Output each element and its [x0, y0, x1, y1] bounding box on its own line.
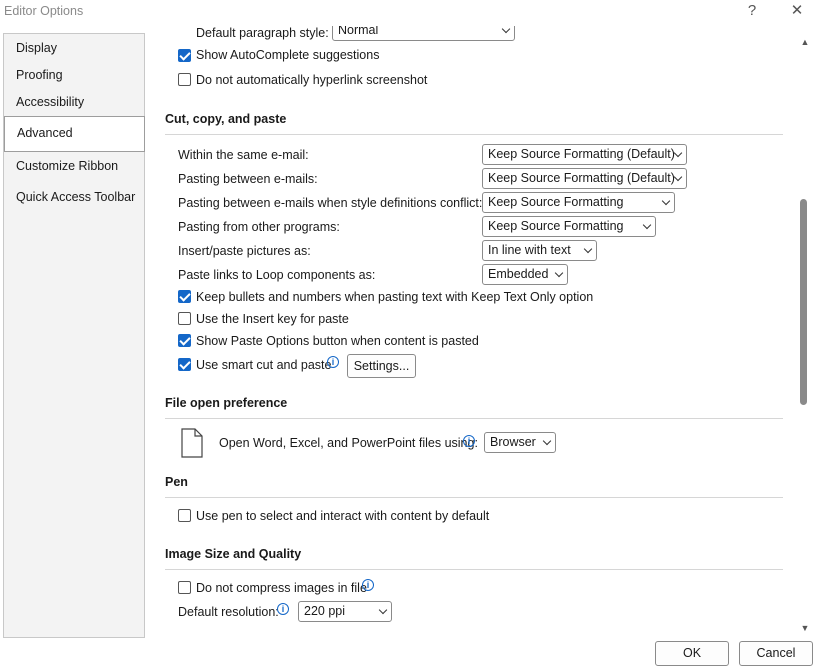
title-bar: Editor Options ? ✕ — [0, 0, 817, 26]
pasting-other-programs-dropdown[interactable]: Keep Source Formatting — [482, 216, 656, 237]
keep-bullets-label: Keep bullets and numbers when pasting te… — [196, 290, 594, 304]
close-icon[interactable]: ✕ — [786, 1, 808, 23]
cancel-button[interactable]: Cancel — [739, 641, 813, 666]
content-scrollbar[interactable]: ▲ ▼ — [798, 33, 812, 638]
nav-item-display[interactable]: Display — [16, 41, 57, 55]
use-pen-label: Use pen to select and interact with cont… — [196, 509, 490, 523]
section-divider — [165, 134, 783, 135]
use-pen-checkbox[interactable] — [178, 509, 191, 522]
smart-cut-paste-checkbox[interactable] — [178, 358, 191, 371]
pasting-between-emails-label: Pasting between e-mails: — [178, 172, 318, 186]
image-size-heading: Image Size and Quality — [165, 547, 302, 561]
scroll-down-icon[interactable]: ▼ — [799, 623, 811, 633]
scroll-thumb[interactable] — [800, 199, 807, 405]
default-resolution-label: Default resolution: — [178, 605, 279, 619]
default-resolution-value: 220 ppi — [304, 604, 346, 618]
settings-button[interactable]: Settings... — [347, 354, 416, 378]
default-paragraph-value: Normal — [338, 26, 379, 37]
show-autocomplete-label: Show AutoComplete suggestions — [196, 48, 380, 62]
no-hyperlink-screenshot-label: Do not automatically hyperlink screensho… — [196, 73, 428, 87]
pasting-between-emails-value: Keep Source Formatting (Default) — [488, 171, 675, 185]
pen-heading: Pen — [165, 475, 188, 489]
chevron-down-icon — [661, 196, 671, 206]
pasting-conflict-label: Pasting between e-mails when style defin… — [178, 196, 483, 210]
pasting-between-emails-dropdown[interactable]: Keep Source Formatting (Default) — [482, 168, 687, 189]
insert-pictures-value: In line with text — [488, 243, 571, 257]
file-open-heading: File open preference — [165, 396, 288, 410]
keep-bullets-checkbox[interactable] — [178, 290, 191, 303]
default-paragraph-dropdown[interactable]: Normal — [332, 26, 515, 41]
pasting-conflict-dropdown[interactable]: Keep Source Formatting — [482, 192, 675, 213]
pasting-other-programs-label: Pasting from other programs: — [178, 220, 340, 234]
show-paste-options-label: Show Paste Options button when content i… — [196, 334, 479, 348]
show-paste-options-checkbox[interactable] — [178, 334, 191, 347]
smart-cut-paste-label: Use smart cut and paste — [196, 358, 332, 372]
use-insert-key-label: Use the Insert key for paste — [196, 312, 349, 326]
insert-pictures-dropdown[interactable]: In line with text — [482, 240, 597, 261]
open-files-label: Open Word, Excel, and PowerPoint files u… — [219, 436, 478, 450]
section-divider — [165, 418, 783, 419]
no-hyperlink-screenshot-checkbox[interactable] — [178, 73, 191, 86]
nav-item-customize-ribbon[interactable]: Customize Ribbon — [16, 159, 118, 173]
within-same-email-label: Within the same e-mail: — [178, 148, 309, 162]
chevron-down-icon — [542, 436, 552, 446]
nav-item-advanced[interactable]: Advanced — [4, 116, 145, 152]
open-files-dropdown[interactable]: Browser — [484, 432, 556, 453]
pasting-conflict-value: Keep Source Formatting — [488, 195, 624, 209]
paste-loop-links-dropdown[interactable]: Embedded — [482, 264, 568, 285]
info-icon[interactable]: i — [327, 356, 339, 368]
no-compress-checkbox[interactable] — [178, 581, 191, 594]
pasting-other-programs-value: Keep Source Formatting — [488, 219, 624, 233]
scroll-up-icon[interactable]: ▲ — [799, 37, 811, 47]
document-icon — [181, 428, 203, 458]
ok-button[interactable]: OK — [655, 641, 729, 666]
help-icon[interactable]: ? — [741, 1, 763, 23]
chevron-down-icon — [378, 605, 388, 615]
default-resolution-dropdown[interactable]: 220 ppi — [298, 601, 392, 622]
nav-item-proofing[interactable]: Proofing — [16, 68, 63, 82]
window-title: Editor Options — [4, 4, 84, 18]
open-files-value: Browser — [490, 435, 536, 449]
chevron-down-icon — [554, 268, 564, 278]
show-autocomplete-checkbox[interactable] — [178, 49, 191, 62]
info-icon[interactable]: i — [362, 579, 374, 591]
insert-pictures-label: Insert/paste pictures as: — [178, 244, 311, 258]
within-same-email-value: Keep Source Formatting (Default) — [488, 147, 675, 161]
chevron-down-icon — [501, 26, 511, 34]
no-compress-label: Do not compress images in file — [196, 581, 367, 595]
nav-item-accessibility[interactable]: Accessibility — [16, 95, 84, 109]
chevron-down-icon — [673, 148, 683, 158]
within-same-email-dropdown[interactable]: Keep Source Formatting (Default) — [482, 144, 687, 165]
paste-loop-links-label: Paste links to Loop components as: — [178, 268, 376, 282]
options-nav: Display Proofing Accessibility Advanced … — [3, 33, 145, 638]
cut-copy-paste-heading: Cut, copy, and paste — [165, 112, 287, 126]
chevron-down-icon — [583, 244, 593, 254]
nav-item-quick-access-toolbar[interactable]: Quick Access Toolbar — [16, 190, 135, 204]
info-icon[interactable]: i — [277, 603, 289, 615]
default-paragraph-label: Default paragraph style: — [196, 26, 329, 40]
section-divider — [165, 497, 783, 498]
section-divider — [165, 569, 783, 570]
use-insert-key-checkbox[interactable] — [178, 312, 191, 325]
info-icon[interactable]: i — [463, 435, 475, 447]
chevron-down-icon — [673, 172, 683, 182]
paste-loop-links-value: Embedded — [488, 267, 549, 281]
chevron-down-icon — [642, 220, 652, 230]
options-content: Default paragraph style: Normal Show Aut… — [150, 26, 798, 638]
